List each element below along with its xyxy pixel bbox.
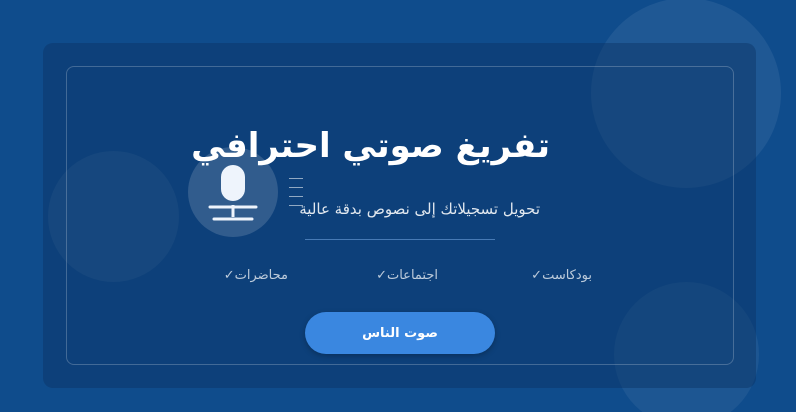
check-icon: ✓ xyxy=(376,268,387,283)
check-icon: ✓ xyxy=(223,268,235,283)
feature-item-podcast: بودكاست✓ xyxy=(522,266,592,286)
page-title: تفريغ صوتي احترافي xyxy=(191,126,550,166)
divider xyxy=(305,239,495,240)
page-subtitle: تحويل تسجيلاتك إلى نصوص بدقة عالية xyxy=(299,200,540,218)
feature-label: بودكاست xyxy=(542,268,592,283)
cta-button[interactable]: صوت الناس xyxy=(305,312,495,354)
feature-label: اجتماعات xyxy=(386,268,438,283)
feature-label: محاضرات xyxy=(234,268,288,283)
check-icon: ✓ xyxy=(531,268,543,283)
feature-item-lectures: محاضرات✓ xyxy=(208,266,288,286)
feature-item-meetings: اجتماعات✓ xyxy=(366,266,438,286)
